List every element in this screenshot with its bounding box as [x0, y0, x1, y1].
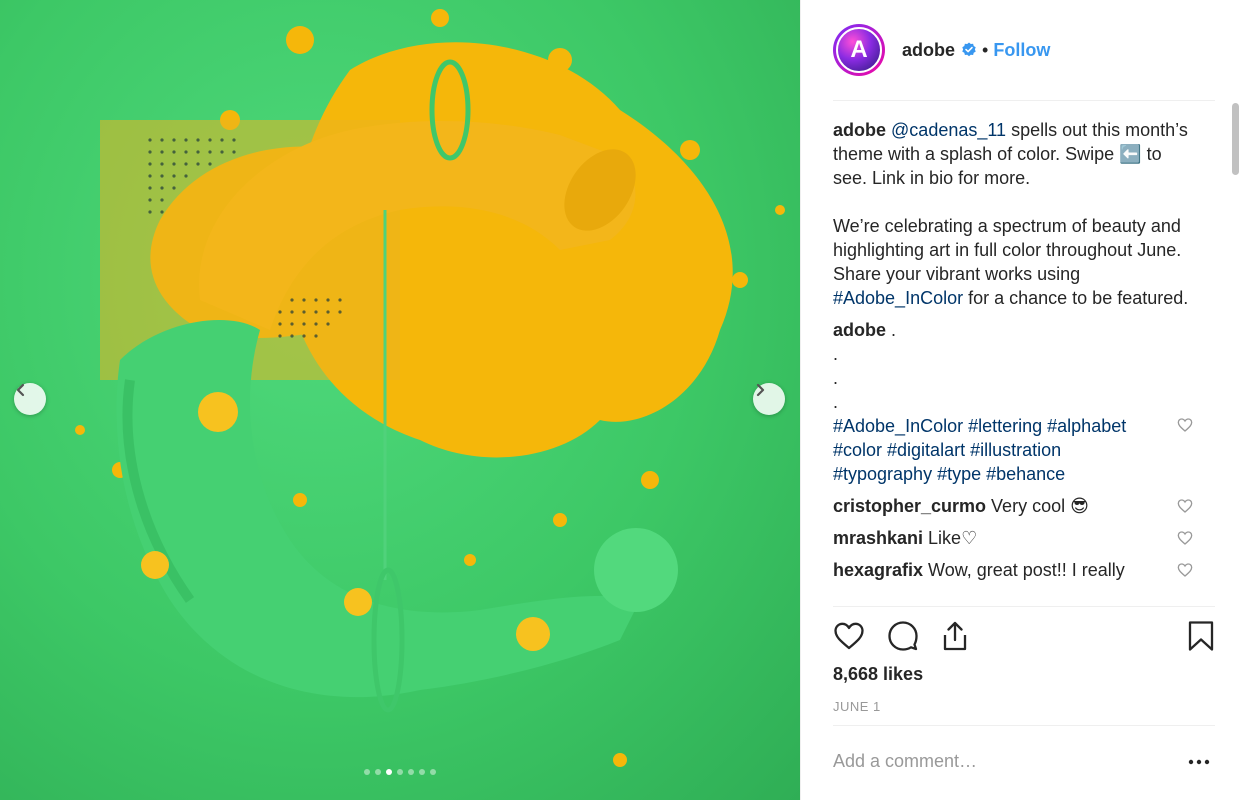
like-heart-icon[interactable]: [833, 620, 865, 652]
follow-button[interactable]: Follow: [993, 40, 1050, 61]
actions-divider: [833, 606, 1215, 607]
carousel-indicator: [0, 769, 800, 775]
carousel-dot: [430, 769, 436, 775]
caption-paragraph-end: for a chance to be featured.: [963, 288, 1189, 308]
post-details-panel: A adobe • Follow adobe @cadenas_11 spell…: [800, 0, 1244, 800]
letter-c-artwork: [75, 9, 785, 767]
comment-username[interactable]: cristopher_curmo: [833, 496, 986, 516]
carousel-dot: [397, 769, 403, 775]
comment-like-heart-icon[interactable]: [1177, 417, 1193, 433]
chevron-right-icon: [756, 383, 765, 397]
bookmark-icon[interactable]: [1185, 620, 1217, 652]
verified-badge-icon: [962, 42, 976, 57]
caption-mention-link[interactable]: @cadenas_11: [891, 120, 1006, 140]
comment-like-heart-icon[interactable]: [1177, 530, 1193, 546]
action-bar: [833, 618, 1215, 658]
add-comment-input[interactable]: [833, 748, 1173, 774]
comment-line: .: [833, 392, 839, 412]
swipe-emoji: ⬅️: [1119, 144, 1142, 164]
likes-count[interactable]: 8,668 likes: [833, 664, 923, 685]
comment-item: adobe . . . . #Adobe_InColor #lettering …: [833, 318, 1193, 486]
comment-text: Very cool 😎: [986, 496, 1089, 516]
share-upload-icon[interactable]: [939, 620, 971, 652]
composer-divider: [833, 725, 1215, 726]
comment-hashtags[interactable]: #Adobe_InColor #lettering #alphabet #col…: [833, 414, 1153, 486]
caption: adobe @cadenas_11 spells out this month’…: [833, 118, 1193, 310]
avatar[interactable]: A: [833, 24, 885, 76]
caption-author[interactable]: adobe: [833, 120, 886, 140]
comments-list[interactable]: adobe @cadenas_11 spells out this month’…: [833, 118, 1193, 606]
comment-username[interactable]: adobe: [833, 320, 886, 340]
post-date[interactable]: JUNE 1: [833, 699, 881, 714]
scrollbar-thumb[interactable]: [1232, 103, 1239, 175]
avatar-image: A: [836, 27, 882, 73]
header-separator: •: [982, 39, 989, 60]
carousel-dot: [408, 769, 414, 775]
chevron-left-icon: [16, 383, 25, 397]
comment-bubble-icon[interactable]: [887, 620, 919, 652]
carousel-dot: [375, 769, 381, 775]
post-header: A adobe • Follow: [833, 22, 1050, 78]
more-options-icon[interactable]: [1187, 752, 1211, 772]
comment-line: .: [833, 368, 839, 388]
hashtag-link[interactable]: #Adobe_InColor: [833, 288, 963, 308]
comment-item: cristopher_curmo Very cool 😎: [833, 494, 1193, 518]
comment-line: .: [833, 344, 839, 364]
carousel-dot-active: [386, 769, 392, 775]
next-slide-button[interactable]: [753, 383, 785, 415]
post-image[interactable]: [0, 0, 800, 800]
comment-item: mrashkani Like♡: [833, 526, 1193, 550]
comment-username[interactable]: hexagrafix: [833, 560, 923, 580]
caption-paragraph: We’re celebrating a spectrum of beauty a…: [833, 216, 1182, 284]
comment-username[interactable]: mrashkani: [833, 528, 923, 548]
comment-item: hexagrafix Wow, great post!! I really: [833, 558, 1193, 582]
username-link[interactable]: adobe: [902, 40, 955, 61]
previous-slide-button[interactable]: [14, 383, 46, 415]
comment-text: Wow, great post!! I really: [923, 560, 1125, 580]
comment-like-heart-icon[interactable]: [1177, 498, 1193, 514]
comment-text: Like♡: [923, 528, 978, 548]
carousel-dot: [419, 769, 425, 775]
header-divider: [833, 100, 1215, 101]
comment-text: .: [886, 320, 897, 340]
comment-like-heart-icon[interactable]: [1177, 562, 1193, 578]
carousel-dot: [364, 769, 370, 775]
comments-scrollbar[interactable]: [1232, 103, 1239, 606]
